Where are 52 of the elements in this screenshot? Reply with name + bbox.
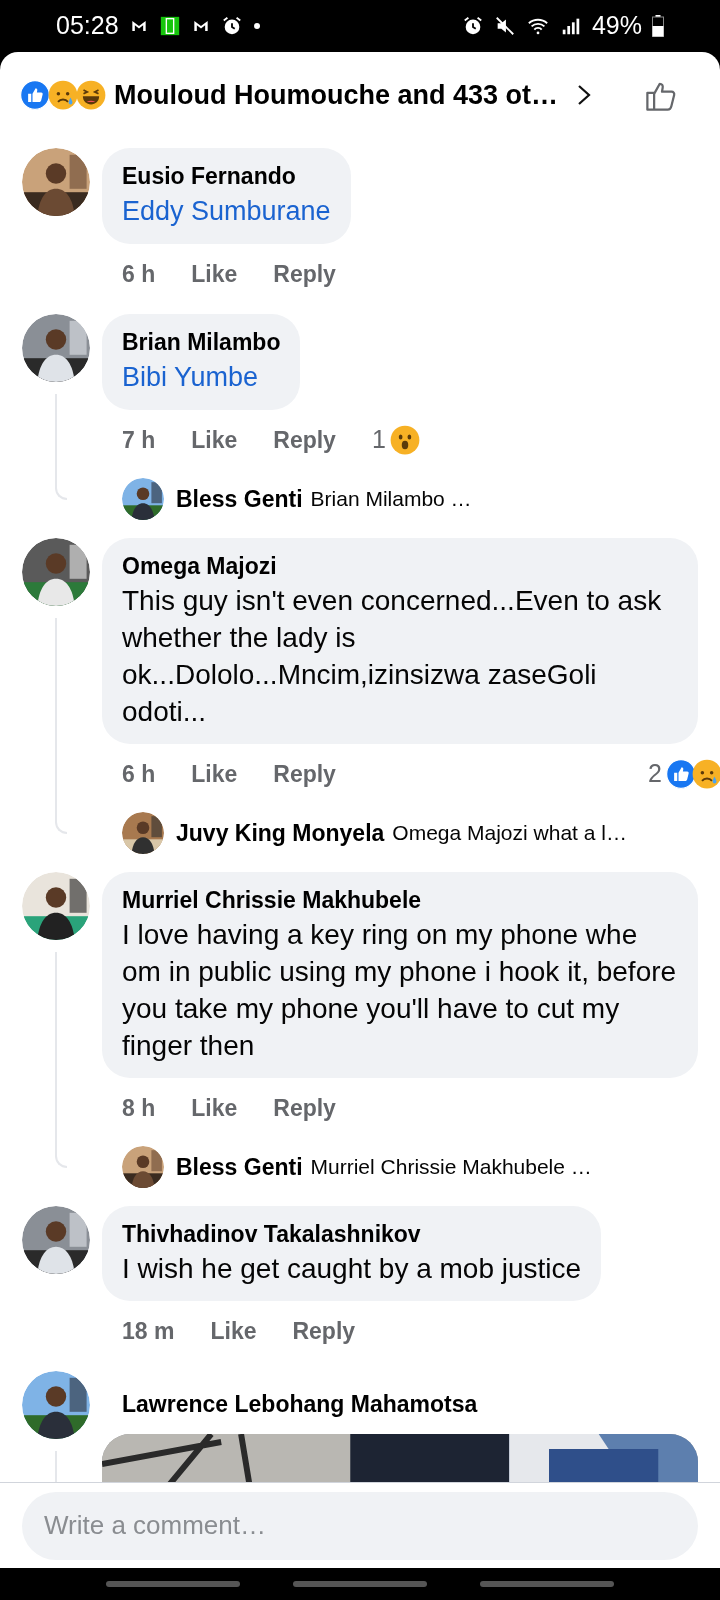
reaction-count: 1 (371, 424, 386, 456)
like-link[interactable]: Like (210, 1313, 257, 1349)
home-handle[interactable] (293, 1581, 427, 1587)
reply-author[interactable]: Bless Genti (176, 481, 303, 517)
comment-time: 7 h (122, 425, 156, 455)
comment-author[interactable]: Omega Majozi (122, 550, 678, 582)
comment-author[interactable]: Brian Milambo (122, 326, 281, 358)
comment-author[interactable]: Lawrence Lebohang Mahamotsa (102, 1371, 698, 1422)
like-reaction-icon (20, 80, 50, 110)
reply-author[interactable]: Juvy King Monyela (176, 815, 385, 851)
reply-author[interactable]: Bless Genti (176, 1149, 303, 1185)
reaction-count: 2 (648, 758, 662, 790)
reply-link[interactable]: Reply (273, 1090, 336, 1126)
comment-time: 8 h (122, 1093, 156, 1123)
chevron-right-icon (576, 82, 592, 108)
like-link[interactable]: Like (191, 756, 238, 792)
comment-input-field[interactable]: Write a comment… (22, 1491, 698, 1560)
surprised-face-icon (389, 425, 420, 455)
like-link[interactable]: Like (191, 256, 238, 292)
notification-dot-icon (252, 22, 261, 30)
reply-link[interactable]: Reply (273, 756, 336, 792)
like-link[interactable]: Like (191, 422, 238, 458)
comment-text: This guy isn't even concerned...Even to ask whether the lady is ok...Dololo...Mncim,izinsizwa zaseGoli odoti... (122, 584, 663, 729)
reply-snippet[interactable]: Brian Milambo … (310, 483, 472, 515)
comment-text: I wish he get caught by a mob justice (122, 1252, 582, 1286)
battery-icon (652, 15, 664, 37)
like-link[interactable]: Like (191, 1090, 238, 1126)
mention-link[interactable]: Bibi Yumbe (122, 358, 281, 396)
back-handle[interactable] (479, 1581, 614, 1587)
comment-time: 6 h (122, 259, 156, 289)
comment-author[interactable]: Murriel Chrissie Makhubele (122, 884, 678, 916)
like-reaction-icon (666, 759, 696, 789)
app-icon (158, 15, 181, 37)
comment-author[interactable]: Eusio Fernando (122, 160, 331, 192)
reply-link[interactable]: Reply (292, 1313, 356, 1349)
sad-face-icon (692, 759, 720, 789)
comment-time: 6 h (122, 759, 156, 789)
sad-face-icon (48, 80, 78, 110)
battery-percent: 49% (591, 10, 642, 42)
comment-text: I love having a key ring on my phone whe om in public using my phone i hook it, before you take my phone you'll have to cut my finger then (122, 918, 678, 1063)
reply-snippet[interactable]: Murriel Chrissie Makhubele … (310, 1151, 592, 1183)
reply-link[interactable]: Reply (273, 256, 336, 292)
reactions-summary[interactable]: Mouloud Houmouche and 433 ot… (114, 74, 558, 116)
recent-apps-handle[interactable] (106, 1581, 241, 1587)
comment-author[interactable]: Thivhadinov Takalashnikov (122, 1218, 582, 1250)
clock: 05:28 (56, 10, 119, 42)
mute-icon (493, 15, 516, 37)
reply-snippet[interactable]: Omega Majozi what a l… (392, 817, 627, 849)
comment-time: 18 m (122, 1316, 175, 1346)
laughing-face-icon (76, 80, 106, 110)
mention-link[interactable]: Eddy Sumburane (122, 192, 331, 230)
reply-link[interactable]: Reply (273, 422, 336, 458)
